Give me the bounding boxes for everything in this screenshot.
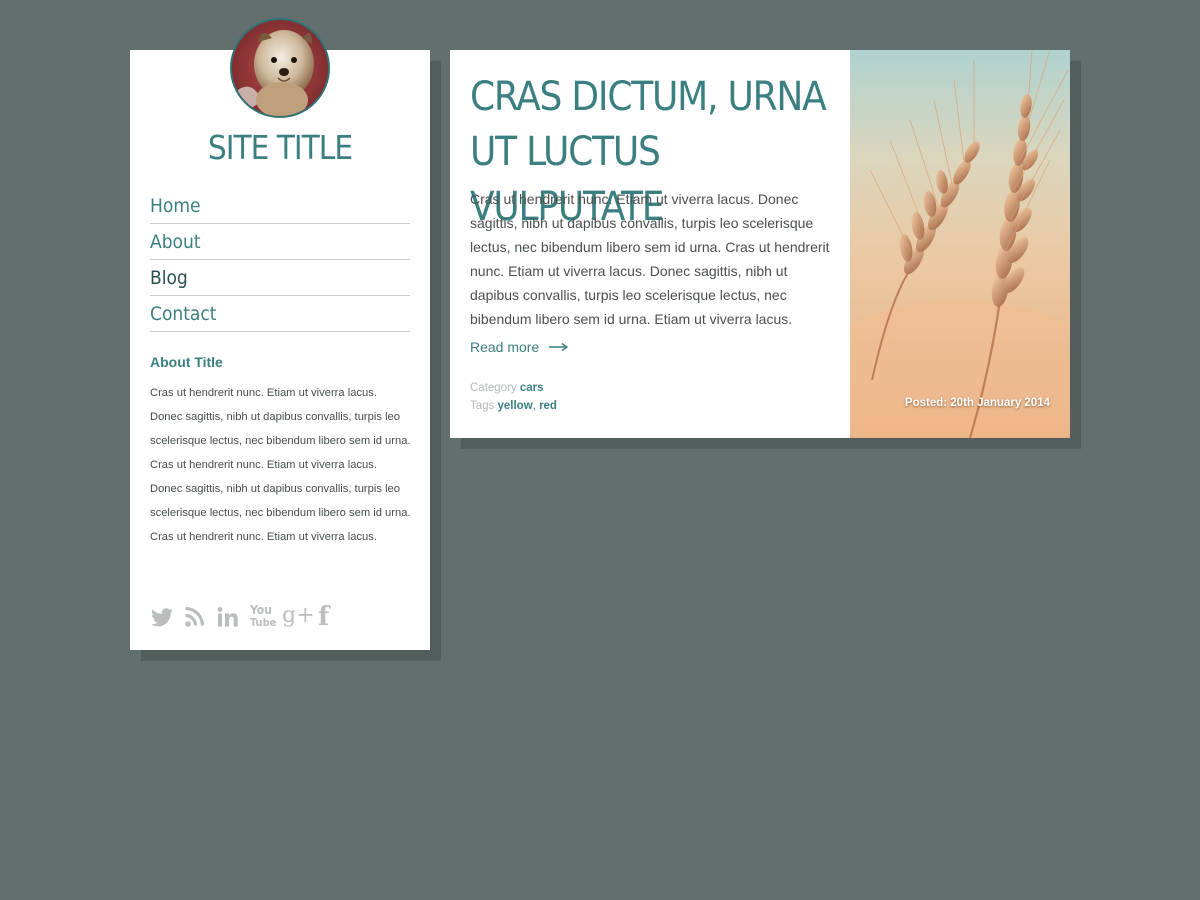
tag-separator: , <box>532 400 536 412</box>
facebook-icon[interactable]: f <box>318 604 334 630</box>
google-plus-icon[interactable]: g+ <box>282 604 315 630</box>
post-card: CRAS DICTUM, URNA UT LUCTUS VULPUTATE Cr… <box>450 50 1070 438</box>
about-title: About Title <box>150 354 223 370</box>
linkedin-icon[interactable] <box>216 604 240 630</box>
nav-item-blog[interactable]: Blog <box>150 260 410 296</box>
nav-item-about[interactable]: About <box>150 224 410 260</box>
wheat-photo[interactable]: Posted: 20th January 2014 <box>850 50 1070 438</box>
tags-label: Tags <box>470 400 495 412</box>
dog-photo-avatar[interactable] <box>230 18 330 118</box>
post-excerpt: Cras ut hendrerit nunc. Etiam ut viverra… <box>470 191 830 327</box>
tag-link-yellow[interactable]: yellow <box>498 400 533 412</box>
youtube-text-bottom: Tube <box>250 616 277 629</box>
posted-date: Posted: 20th January 2014 <box>904 397 1050 409</box>
site-title[interactable]: SITE TITLE <box>130 128 430 168</box>
twitter-icon[interactable] <box>150 604 174 630</box>
main-nav: Home About Blog Contact <box>150 188 410 332</box>
youtube-icon[interactable]: You Tube <box>250 604 277 630</box>
post-meta: Category cars Tags yellow, red <box>470 379 557 415</box>
post-body: CRAS DICTUM, URNA UT LUCTUS VULPUTATE Cr… <box>470 50 832 412</box>
social-links: You Tube g+ f <box>150 602 334 632</box>
sidebar: SITE TITLE Home About Blog Contact About… <box>130 50 430 650</box>
category-row: Category cars <box>470 379 557 397</box>
read-more-label: Read more <box>470 339 540 355</box>
rss-icon[interactable] <box>184 604 206 630</box>
arrow-right-icon <box>549 339 569 355</box>
about-text: Cras ut hendrerit nunc. Etiam ut viverra… <box>150 387 411 543</box>
read-more-link[interactable]: Read more <box>470 339 569 355</box>
tags-row: Tags yellow, red <box>470 397 557 415</box>
category-label: Category <box>470 382 517 394</box>
category-link[interactable]: cars <box>520 382 544 394</box>
tag-link-red[interactable]: red <box>539 400 557 412</box>
nav-item-contact[interactable]: Contact <box>150 296 410 332</box>
nav-item-home[interactable]: Home <box>150 188 410 224</box>
